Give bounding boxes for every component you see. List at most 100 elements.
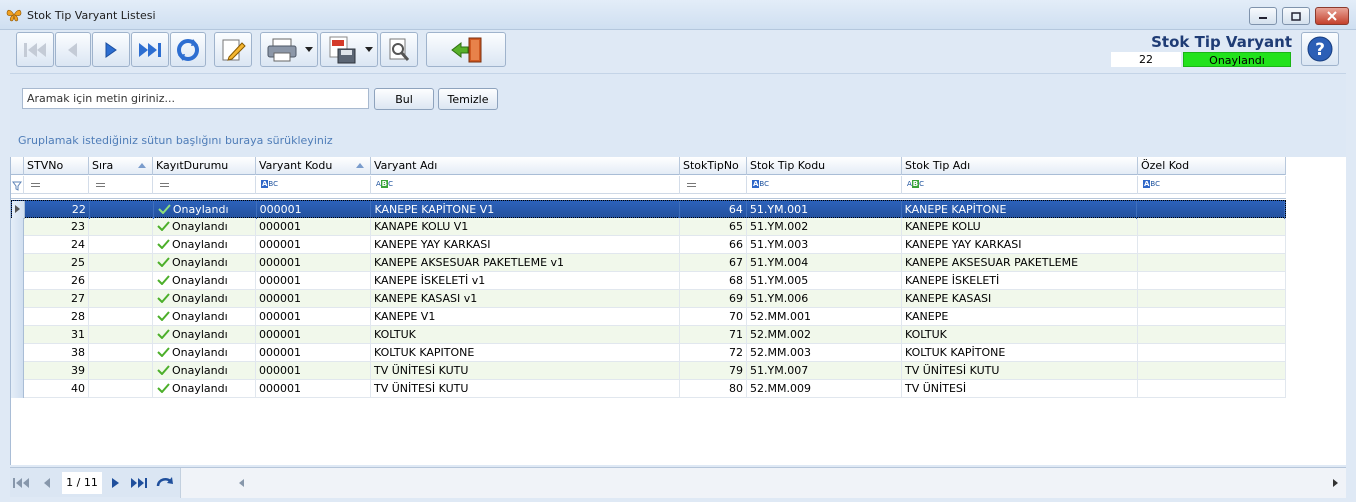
filter-sira[interactable]: [89, 176, 153, 194]
scroll-right-icon[interactable]: [1333, 479, 1338, 487]
cell-kayitdurumu[interactable]: Onaylandı: [153, 290, 256, 308]
filter-stok-tip-adi[interactable]: ABC: [902, 176, 1138, 194]
cell-stok-tip-kodu[interactable]: 51.YM.007: [747, 362, 902, 380]
filter-varyant-adi[interactable]: ABC: [371, 176, 680, 194]
cell-stoktipno[interactable]: 68: [680, 272, 747, 290]
table-row[interactable]: 22 Onaylandı 000001 KANEPE KAPİTONE V1 64 51.…: [11, 200, 1286, 219]
cell-kayitdurumu[interactable]: Onaylandı: [153, 326, 256, 344]
cell-varyant-adi[interactable]: KANEPE AKSESUAR PAKETLEME v1: [371, 254, 680, 272]
cell-sira[interactable]: [89, 218, 153, 236]
nav-last-button[interactable]: [130, 476, 148, 490]
cell-sira[interactable]: [89, 326, 153, 344]
row-indicator[interactable]: [11, 272, 24, 290]
cell-varyant-adi[interactable]: KANEPE KAPİTONE V1: [371, 201, 680, 219]
cell-varyant-adi[interactable]: KOLTUK KAPITONE: [371, 344, 680, 362]
column-header-stok-tip-adi[interactable]: Stok Tip Adı: [902, 157, 1138, 175]
cell-stok-tip-adi[interactable]: KOLTUK: [902, 326, 1138, 344]
cell-varyant-kodu[interactable]: 000001: [256, 272, 371, 290]
cell-stok-tip-adi[interactable]: KOLTUK KAPİTONE: [902, 344, 1138, 362]
table-row[interactable]: 27 Onaylandı 000001 KANEPE KASASI v1 69 51.YM…: [11, 290, 1286, 308]
edit-button[interactable]: [214, 32, 252, 67]
cell-stvno[interactable]: 28: [24, 308, 89, 326]
cell-stok-tip-kodu[interactable]: 51.YM.001: [747, 201, 902, 219]
cell-kayitdurumu[interactable]: Onaylandı: [153, 236, 256, 254]
cell-sira[interactable]: [89, 272, 153, 290]
table-row[interactable]: 31 Onaylandı 000001 KOLTUK 71 52.MM.002 KOLTUK: [11, 326, 1286, 344]
column-header-ozel-kod[interactable]: Özel Kod: [1138, 157, 1286, 175]
close-button[interactable]: [1315, 7, 1349, 25]
cell-varyant-kodu[interactable]: 000001: [256, 290, 371, 308]
cell-stvno[interactable]: 24: [24, 236, 89, 254]
cell-varyant-adi[interactable]: TV ÜNİTESİ KUTU: [371, 380, 680, 398]
cell-varyant-kodu[interactable]: 000001: [256, 254, 371, 272]
cell-sira[interactable]: [89, 344, 153, 362]
cell-varyant-kodu[interactable]: 000001: [256, 326, 371, 344]
cell-stok-tip-kodu[interactable]: 51.YM.006: [747, 290, 902, 308]
row-indicator[interactable]: [11, 344, 24, 362]
find-button[interactable]: Bul: [374, 88, 434, 110]
cell-stok-tip-adi[interactable]: KANEPE KASASI: [902, 290, 1138, 308]
cell-ozel-kod[interactable]: [1138, 290, 1286, 308]
cell-sira[interactable]: [90, 201, 154, 219]
row-indicator[interactable]: [11, 380, 24, 398]
search-tools-button[interactable]: [380, 32, 418, 67]
cell-stok-tip-kodu[interactable]: 51.YM.003: [747, 236, 902, 254]
row-indicator[interactable]: [11, 362, 24, 380]
cell-stok-tip-adi[interactable]: KANEPE KOLU: [902, 218, 1138, 236]
cell-varyant-adi[interactable]: KANEPE YAY KARKASI: [371, 236, 680, 254]
column-header-stoktipno[interactable]: StokTipNo: [680, 157, 747, 175]
column-header-stvno[interactable]: STVNo: [24, 157, 89, 175]
minimize-button[interactable]: [1249, 7, 1277, 25]
cell-varyant-adi[interactable]: KANEPE KASASI v1: [371, 290, 680, 308]
row-indicator[interactable]: [11, 308, 24, 326]
filter-varyant-kodu[interactable]: ABC: [256, 176, 371, 194]
cell-stok-tip-adi[interactable]: KANEPE AKSESUAR PAKETLEME: [902, 254, 1138, 272]
cell-stvno[interactable]: 39: [24, 362, 89, 380]
cell-ozel-kod[interactable]: [1138, 380, 1286, 398]
previous-record-button[interactable]: [55, 32, 91, 67]
cell-stok-tip-kodu[interactable]: 52.MM.009: [747, 380, 902, 398]
cell-ozel-kod[interactable]: [1138, 308, 1286, 326]
table-row[interactable]: 25 Onaylandı 000001 KANEPE AKSESUAR PAKETLE…: [11, 254, 1286, 272]
cell-sira[interactable]: [89, 362, 153, 380]
cell-stoktipno[interactable]: 79: [680, 362, 747, 380]
cell-ozel-kod[interactable]: [1138, 362, 1286, 380]
cell-stok-tip-adi[interactable]: TV ÜNİTESİ KUTU: [902, 362, 1138, 380]
row-indicator[interactable]: [11, 254, 24, 272]
nav-refresh-button[interactable]: [156, 476, 174, 490]
cell-stvno[interactable]: 23: [24, 218, 89, 236]
column-header-varyant-adi[interactable]: Varyant Adı: [371, 157, 680, 175]
column-header-varyant-kodu[interactable]: Varyant Kodu: [256, 157, 371, 175]
row-indicator[interactable]: [12, 201, 25, 219]
cell-sira[interactable]: [89, 236, 153, 254]
cell-stoktipno[interactable]: 65: [680, 218, 747, 236]
row-indicator[interactable]: [11, 236, 24, 254]
table-row[interactable]: 28 Onaylandı 000001 KANEPE V1 70 52.MM.001 KAN…: [11, 308, 1286, 326]
table-row[interactable]: 26 Onaylandı 000001 KANEPE İSKELETİ v1 68 51.…: [11, 272, 1286, 290]
cell-ozel-kod[interactable]: [1138, 218, 1286, 236]
cell-stoktipno[interactable]: 70: [680, 308, 747, 326]
cell-stok-tip-adi[interactable]: KANEPE İSKELETİ: [902, 272, 1138, 290]
maximize-button[interactable]: [1282, 7, 1310, 25]
nav-previous-button[interactable]: [38, 476, 56, 490]
cell-varyant-kodu[interactable]: 000001: [256, 344, 371, 362]
cell-stvno[interactable]: 31: [24, 326, 89, 344]
cell-varyant-kodu[interactable]: 000001: [256, 380, 371, 398]
cell-varyant-kodu[interactable]: 000001: [256, 308, 371, 326]
row-indicator[interactable]: [11, 326, 24, 344]
cell-stoktipno[interactable]: 72: [680, 344, 747, 362]
cell-kayitdurumu[interactable]: Onaylandı: [153, 380, 256, 398]
scroll-left-icon[interactable]: [239, 479, 244, 487]
cell-stvno[interactable]: 27: [24, 290, 89, 308]
cell-varyant-adi[interactable]: TV ÜNİTESİ KUTU: [371, 362, 680, 380]
cell-stoktipno[interactable]: 69: [680, 290, 747, 308]
row-indicator[interactable]: [11, 218, 24, 236]
column-header-stok-tip-kodu[interactable]: Stok Tip Kodu: [747, 157, 902, 175]
cell-stok-tip-kodu[interactable]: 52.MM.002: [747, 326, 902, 344]
help-button[interactable]: ?: [1301, 32, 1339, 66]
cell-sira[interactable]: [89, 380, 153, 398]
cell-kayitdurumu[interactable]: Onaylandı: [153, 344, 256, 362]
last-record-button[interactable]: [131, 32, 169, 67]
horizontal-scrollbar[interactable]: [180, 468, 1346, 498]
filter-kayitdurumu[interactable]: [153, 176, 256, 194]
